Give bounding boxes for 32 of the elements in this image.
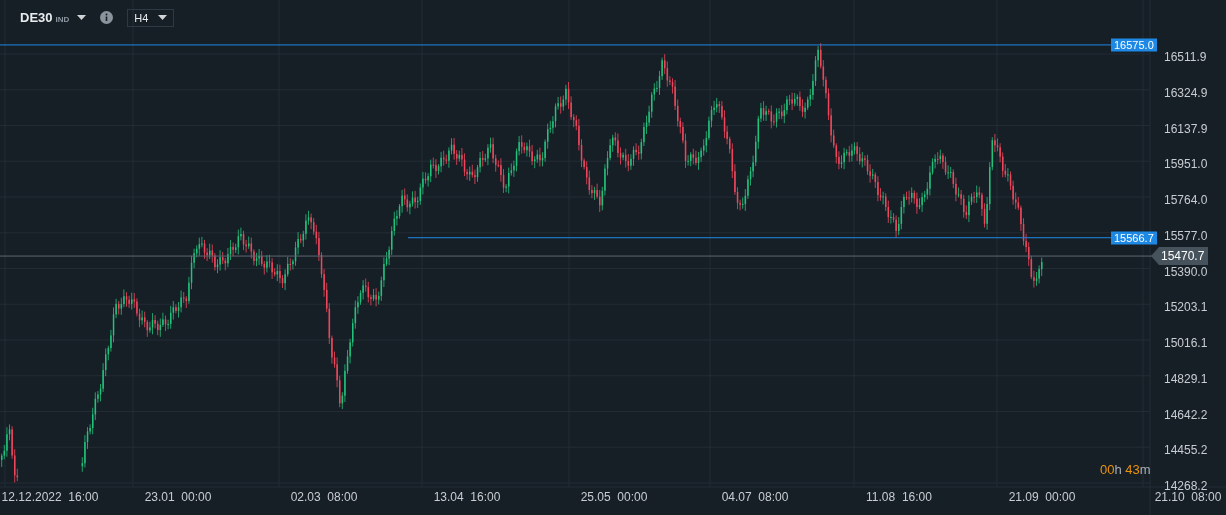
time-tick: 23.01 00:00 <box>144 490 212 504</box>
time-tick: 12.12.2022 16:00 <box>1 490 99 504</box>
time-tick: 04.07 08:00 <box>721 490 789 504</box>
price-tick: 15577.0 <box>1164 228 1208 243</box>
pointer-icon <box>1151 247 1159 266</box>
price-tick: 14268.2 <box>1164 479 1208 493</box>
info-icon[interactable] <box>100 11 114 24</box>
price-level-tag: 15566.7 <box>1111 231 1157 245</box>
time-tick: 11.08 16:00 <box>866 490 932 504</box>
time-tick: 21.09 00:00 <box>1008 490 1076 504</box>
price-tick: 15390.0 <box>1164 264 1208 279</box>
price-tick: 15764.0 <box>1164 193 1208 207</box>
price-tick: 16511.9 <box>1164 50 1207 64</box>
time-tick: 21.10 08:00 <box>1154 490 1222 504</box>
time-tick: 02.03 08:00 <box>290 490 358 504</box>
symbol-label: DE30 IND <box>20 10 70 25</box>
price-tick: 16137.9 <box>1164 121 1208 136</box>
countdown-timer: 00h 43m <box>1100 462 1151 477</box>
price-tick: 14829.1 <box>1164 371 1208 386</box>
price-tick: 15203.1 <box>1164 300 1208 315</box>
time-tick: 25.05 00:00 <box>580 490 648 504</box>
time-tick: 13.04 16:00 <box>433 490 501 504</box>
price-tick: 14455.2 <box>1164 443 1208 458</box>
price-tick: 16324.9 <box>1164 85 1208 100</box>
price-level-line[interactable] <box>407 237 1112 239</box>
price-level-tag: 16575.0 <box>1111 38 1157 52</box>
price-tick: 15951.0 <box>1164 157 1208 172</box>
price-tick: 14642.2 <box>1164 407 1208 422</box>
price-tick: 15016.1 <box>1164 336 1208 350</box>
caret-icon[interactable] <box>77 15 87 20</box>
caret-icon[interactable] <box>158 15 168 20</box>
timeframe-dropdown[interactable]: H4 <box>127 8 175 27</box>
